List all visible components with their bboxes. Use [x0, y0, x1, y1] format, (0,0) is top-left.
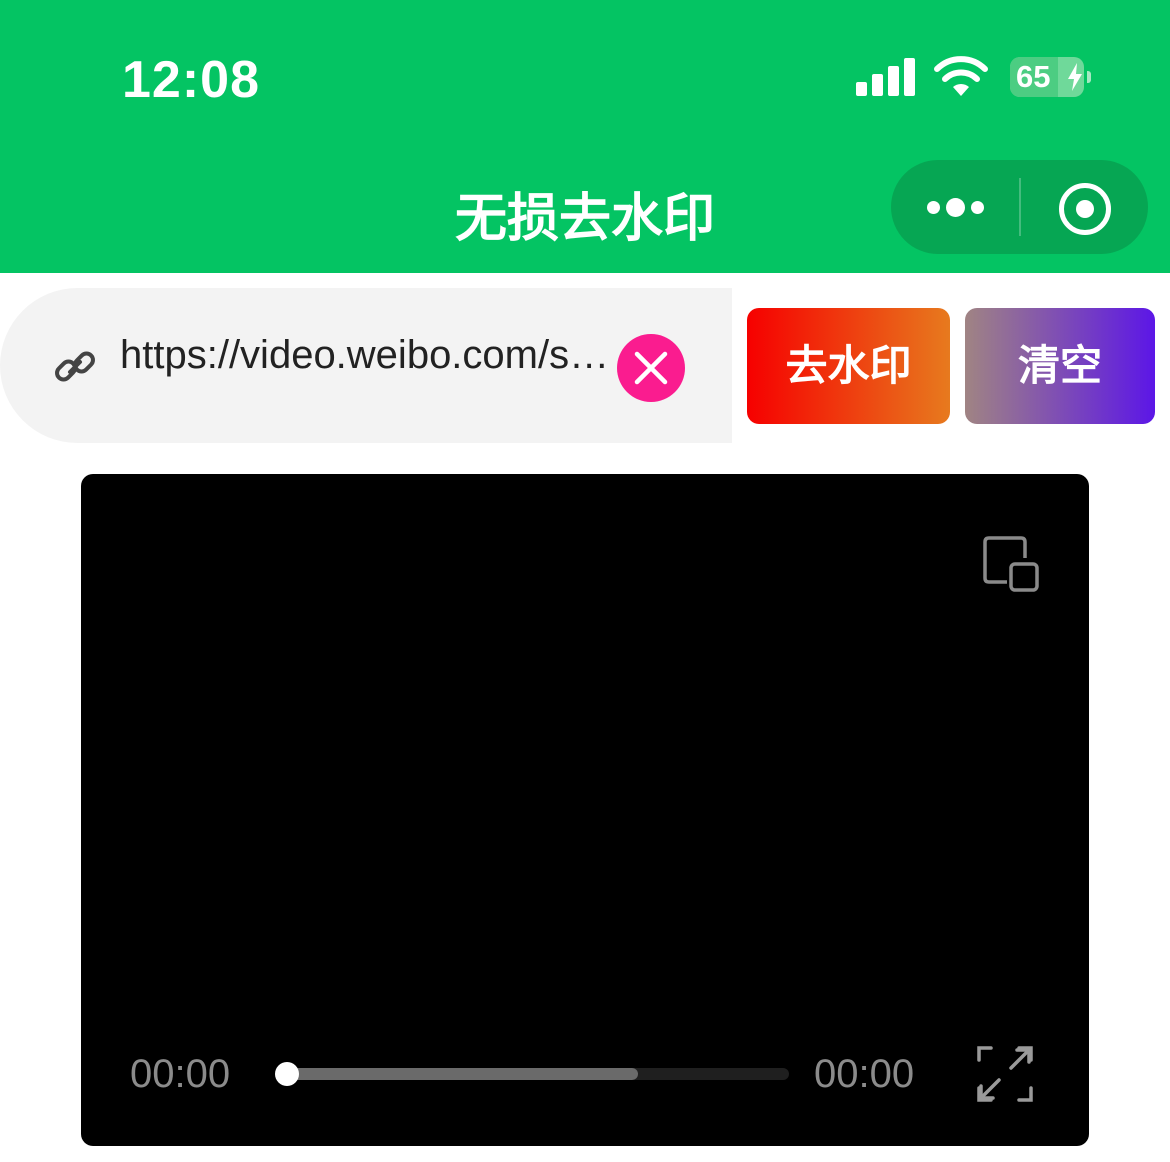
- bolt-icon: [1068, 63, 1082, 91]
- wifi-icon: [934, 56, 988, 96]
- buffered-bar: [287, 1068, 639, 1080]
- header-bar: 12:08 65 无损去水印: [0, 0, 1170, 273]
- capsule-divider: [1019, 178, 1021, 236]
- battery-indicator: 65: [1010, 57, 1084, 97]
- video-player[interactable]: 00:00 00:00: [81, 474, 1089, 1146]
- target-icon[interactable]: [1059, 183, 1111, 235]
- fullscreen-icon[interactable]: [977, 1046, 1033, 1102]
- picture-in-picture-icon[interactable]: [983, 536, 1039, 592]
- clear-input-button[interactable]: [617, 334, 685, 402]
- progress-slider[interactable]: [275, 1062, 789, 1086]
- battery-nub: [1087, 71, 1091, 83]
- remove-watermark-button[interactable]: 去水印: [747, 308, 950, 424]
- progress-thumb[interactable]: [275, 1062, 299, 1086]
- close-icon: [634, 351, 668, 385]
- current-time: 00:00: [130, 1052, 231, 1096]
- duration-time: 00:00: [814, 1052, 915, 1096]
- clear-button[interactable]: 清空: [965, 308, 1155, 424]
- more-dots-icon[interactable]: [927, 197, 985, 217]
- link-icon: [55, 351, 95, 382]
- url-input[interactable]: [120, 325, 614, 385]
- status-time: 12:08: [122, 51, 260, 109]
- cellular-signal-icon: [856, 58, 916, 96]
- battery-percent: 65: [1016, 59, 1051, 94]
- mini-program-capsule: [891, 160, 1148, 254]
